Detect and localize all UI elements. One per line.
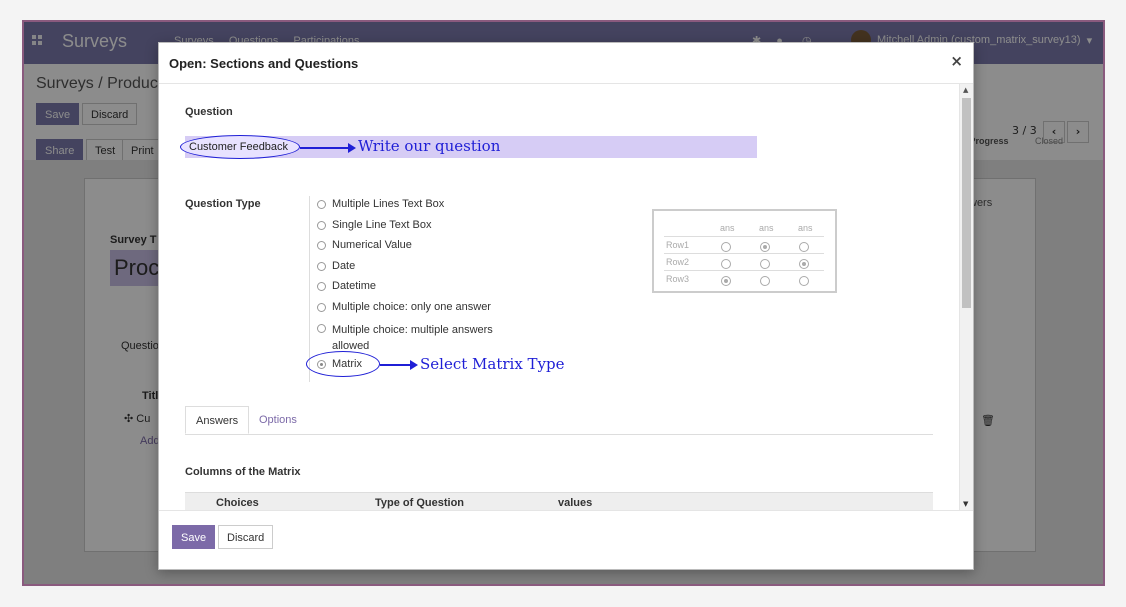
tab-options[interactable]: Options <box>249 406 307 434</box>
radio-icon[interactable] <box>317 241 326 250</box>
annotation-write-question: Write our question <box>358 137 501 155</box>
preview-radio-icon <box>760 276 770 286</box>
column-header-choices: Choices <box>216 497 259 509</box>
radio-multiple-choice-many[interactable]: Multiple choice: multiple answers allowed <box>317 322 493 354</box>
question-dialog: Open: Sections and Questions × Question … <box>158 42 974 570</box>
preview-radio-icon <box>799 242 809 252</box>
radio-icon[interactable] <box>317 282 326 291</box>
radio-label: Single Line Text Box <box>332 219 432 231</box>
preview-radio-icon <box>721 259 731 269</box>
scroll-thumb[interactable] <box>962 98 971 308</box>
radio-label: Multiple choice: multiple answers allowed <box>332 324 493 352</box>
scroll-down-icon[interactable]: ▼ <box>963 500 968 508</box>
close-icon[interactable]: × <box>950 52 963 70</box>
tab-answers[interactable]: Answers <box>185 406 250 434</box>
radio-numerical[interactable]: Numerical Value <box>317 239 412 251</box>
discard-button[interactable]: Discard <box>218 525 274 549</box>
preview-radio-icon <box>721 276 731 286</box>
preview-radio-icon <box>760 242 770 252</box>
radio-label: Multiple choice: only one answer <box>332 301 491 313</box>
preview-radio-icon <box>760 259 770 269</box>
question-value: Customer Feedback <box>189 141 289 153</box>
column-header-type: Type of Question <box>375 497 465 509</box>
preview-column-label: ans <box>798 223 813 233</box>
radio-icon[interactable] <box>317 221 326 230</box>
preview-column-label: ans <box>720 223 735 233</box>
screenshot-frame: Surveys Surveys Questions Participations… <box>22 20 1105 586</box>
save-button[interactable]: Save <box>172 525 216 549</box>
question-label: Question <box>185 106 233 118</box>
dialog-footer: Save Discard <box>159 510 973 569</box>
preview-divider <box>664 253 824 254</box>
matrix-highlight-ellipse <box>306 351 380 377</box>
radio-icon[interactable] <box>317 262 326 271</box>
radio-date[interactable]: Date <box>317 260 355 272</box>
radio-icon[interactable] <box>317 200 326 209</box>
dialog-tabs: Answers Options <box>185 406 933 435</box>
preview-row-label: Row2 <box>666 257 690 267</box>
columns-of-matrix-label: Columns of the Matrix <box>185 466 301 478</box>
matrix-preview: ans ans ans Row1 Row2 Row3 <box>652 209 837 293</box>
radio-datetime[interactable]: Datetime <box>317 280 376 292</box>
preview-radio-icon <box>721 242 731 252</box>
preview-radio-icon <box>799 259 809 269</box>
annotation-arrow-matrix <box>380 361 418 369</box>
dialog-scrollbar[interactable]: ▲ ▼ <box>959 84 973 510</box>
preview-divider <box>664 236 824 237</box>
preview-column-label: ans <box>759 223 774 233</box>
radio-label: Datetime <box>332 280 377 292</box>
question-type-label: Question Type <box>185 198 261 210</box>
radio-label: Numerical Value <box>332 239 412 251</box>
radio-icon[interactable] <box>317 303 326 312</box>
radio-label: Multiple Lines Text Box <box>332 198 445 210</box>
dialog-title: Open: Sections and Questions <box>169 56 359 71</box>
question-type-radio-group <box>309 196 310 382</box>
radio-single-line[interactable]: Single Line Text Box <box>317 219 431 231</box>
annotation-arrow-question <box>300 144 356 152</box>
preview-row-label: Row1 <box>666 240 690 250</box>
preview-divider <box>664 270 824 271</box>
preview-row-label: Row3 <box>666 274 690 284</box>
radio-multiple-lines[interactable]: Multiple Lines Text Box <box>317 198 444 210</box>
radio-label: Date <box>332 260 356 272</box>
columns-table-header: Choices Type of Question values <box>185 492 933 510</box>
dialog-body: Question Customer Feedback Write our que… <box>159 84 959 510</box>
radio-icon[interactable] <box>317 324 326 333</box>
radio-multiple-choice-one[interactable]: Multiple choice: only one answer <box>317 301 491 313</box>
annotation-select-matrix: Select Matrix Type <box>420 355 565 373</box>
preview-radio-icon <box>799 276 809 286</box>
scroll-up-icon[interactable]: ▲ <box>963 86 968 94</box>
dialog-header: Open: Sections and Questions × <box>159 43 973 84</box>
column-header-values: values <box>558 497 593 509</box>
